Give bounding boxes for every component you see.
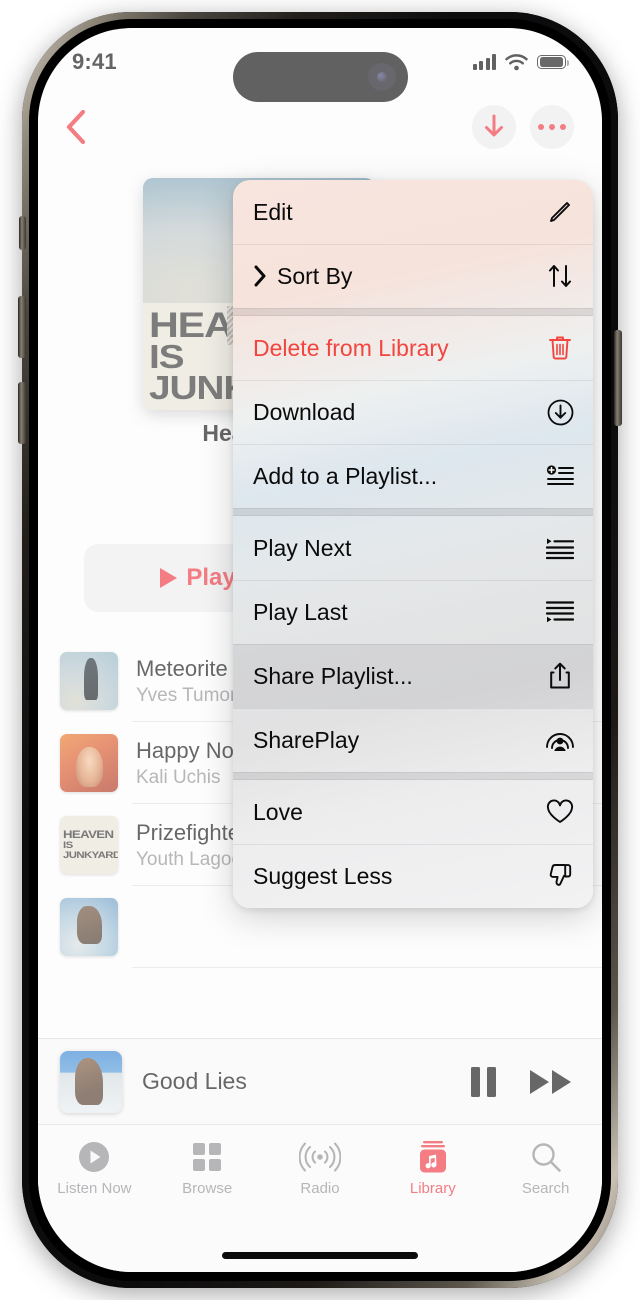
play-last-icon [545,597,575,627]
menu-item-delete-from-library[interactable]: Delete from Library [233,316,593,380]
play-next-icon [545,533,575,563]
heart-icon [545,797,575,827]
menu-item-play-next[interactable]: Play Next [233,516,593,580]
home-indicator[interactable] [222,1252,418,1259]
menu-item-label: Love [253,798,303,825]
menu-item-label: Play Next [253,534,352,561]
screenshot-root: HEAVEN IS JUNKYARD Heaven Is a Junkyard … [0,0,640,1300]
add-to-playlist-icon [545,461,575,491]
share-icon [545,661,575,691]
menu-item-label: Edit [253,198,293,225]
menu-item-label: Sort By [277,262,353,289]
menu-item-label: Play Last [253,598,348,625]
menu-item-share-playlist[interactable]: Share Playlist... [233,644,593,708]
menu-item-label: Add to a Playlist... [253,462,438,489]
trash-icon [545,333,575,363]
menu-item-label: Suggest Less [253,862,393,889]
shareplay-icon [545,725,575,755]
menu-item-label: Share Playlist... [253,662,413,689]
chevron-right-icon [253,265,267,287]
context-menu: Edit Sort By Delete from Library Downloa… [233,180,593,908]
download-circle-icon [545,397,575,427]
silent-switch[interactable] [19,216,26,250]
menu-separator [233,508,593,516]
menu-item-play-last[interactable]: Play Last [233,580,593,644]
menu-item-shareplay[interactable]: SharePlay [233,708,593,772]
menu-item-love[interactable]: Love [233,780,593,844]
volume-up-button[interactable] [18,296,26,358]
phone-screen: HEAVEN IS JUNKYARD Heaven Is a Junkyard … [38,28,602,1272]
volume-down-button[interactable] [18,382,26,444]
menu-item-label: Download [253,398,356,425]
menu-item-edit[interactable]: Edit [233,180,593,244]
menu-item-add-to-a-playlist[interactable]: Add to a Playlist... [233,444,593,508]
thumbs-down-icon [545,861,575,891]
menu-separator [233,308,593,316]
menu-separator [233,772,593,780]
menu-item-label: SharePlay [253,726,360,753]
menu-item-sort-by[interactable]: Sort By [233,244,593,308]
sort-arrows-icon [545,261,575,291]
pencil-icon [545,197,575,227]
side-power-button[interactable] [614,330,622,426]
menu-item-download[interactable]: Download [233,380,593,444]
menu-item-suggest-less[interactable]: Suggest Less [233,844,593,908]
menu-item-label: Delete from Library [253,334,449,361]
